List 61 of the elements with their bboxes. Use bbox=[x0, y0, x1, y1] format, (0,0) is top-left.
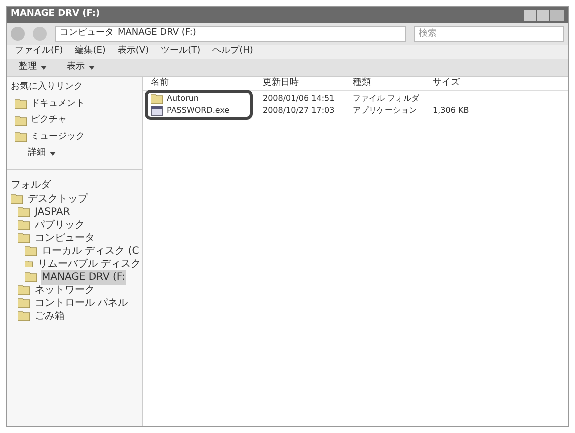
breadcrumb[interactable]: MANAGE DRV (F:) bbox=[118, 27, 196, 41]
folder-icon bbox=[18, 311, 30, 321]
search-field[interactable]: 検索 bbox=[414, 26, 564, 42]
favorite-link[interactable]: ピクチャ bbox=[31, 114, 67, 128]
toolbar-button[interactable]: 表示 bbox=[63, 60, 99, 74]
section-title: お気に入りリンク bbox=[11, 81, 84, 94]
tree-item[interactable]: リムーバブル ディスク bbox=[36, 256, 142, 272]
maximize-button[interactable] bbox=[537, 10, 549, 20]
tree-item[interactable]: パブリック bbox=[34, 218, 86, 232]
folder-icon bbox=[25, 246, 37, 256]
table-cell-text: 1,306 KB bbox=[432, 105, 470, 117]
caret-icon bbox=[41, 66, 47, 70]
application-icon bbox=[151, 106, 163, 116]
folder-icon bbox=[151, 94, 163, 104]
table-cell-text: アプリケーション bbox=[352, 105, 418, 117]
tree-item[interactable]: ローカル ディスク (C bbox=[41, 244, 140, 258]
folder-icon bbox=[18, 285, 30, 295]
tree-item[interactable]: MANAGE DRV (F: bbox=[41, 270, 126, 284]
details-link[interactable]: 詳細 bbox=[28, 147, 46, 160]
file-name[interactable]: Autorun bbox=[167, 93, 200, 105]
section-title: フォルダ bbox=[11, 178, 51, 192]
column-header[interactable]: サイズ bbox=[425, 76, 485, 90]
folder-icon bbox=[25, 272, 37, 282]
tree-item[interactable]: コンピュータ bbox=[34, 230, 96, 246]
menu-item[interactable]: ヘルプ(H) bbox=[212, 45, 254, 59]
column-header[interactable]: 種類 bbox=[345, 76, 425, 90]
folder-icon bbox=[18, 220, 30, 230]
column-header[interactable]: 名前 bbox=[143, 76, 255, 90]
minimize-button[interactable] bbox=[524, 10, 536, 20]
favorite-link[interactable]: ドキュメント bbox=[31, 98, 85, 111]
file-name[interactable]: PASSWORD.exe bbox=[167, 105, 230, 117]
tree-item[interactable]: JASPAR bbox=[34, 204, 72, 220]
menu-item[interactable]: ツール(T) bbox=[161, 45, 201, 59]
folder-icon bbox=[25, 259, 33, 269]
breadcrumb[interactable]: コンピュータ bbox=[60, 27, 114, 41]
folder-icon bbox=[11, 194, 23, 204]
window-title: MANAGE DRV (F:) bbox=[11, 8, 100, 22]
table-cell-text: ファイル フォルダ bbox=[352, 93, 421, 105]
menu-item[interactable]: 表示(V) bbox=[118, 45, 150, 59]
folder-icon bbox=[18, 207, 30, 217]
favorite-link[interactable]: ミュージック bbox=[31, 130, 85, 144]
folder-icon bbox=[15, 132, 27, 142]
menu-item[interactable]: ファイル(F) bbox=[15, 45, 64, 59]
tree-item[interactable]: ネットワーク bbox=[34, 282, 96, 298]
folder-icon bbox=[18, 233, 30, 243]
table-cell-text: 2008/01/06 14:51 bbox=[262, 93, 336, 105]
folder-icon bbox=[15, 116, 27, 126]
table-cell-text: 2008/10/27 17:03 bbox=[262, 105, 336, 117]
close-button[interactable] bbox=[550, 10, 564, 20]
tree-item[interactable]: ごみ箱 bbox=[34, 308, 66, 322]
back-button[interactable] bbox=[11, 27, 25, 41]
menu-item[interactable]: 編集(E) bbox=[75, 45, 106, 59]
folder-icon bbox=[18, 298, 30, 308]
folder-icon bbox=[15, 99, 27, 110]
tree-item[interactable]: コントロール パネル bbox=[34, 296, 130, 310]
column-header[interactable]: 更新日時 bbox=[255, 76, 345, 90]
address-bar[interactable]: コンピュータ MANAGE DRV (F:) bbox=[55, 26, 406, 42]
toolbar-button[interactable]: 整理 bbox=[15, 60, 51, 74]
tree-item[interactable]: デスクトップ bbox=[27, 192, 89, 206]
caret-icon bbox=[89, 66, 95, 70]
caret-icon bbox=[50, 152, 56, 156]
